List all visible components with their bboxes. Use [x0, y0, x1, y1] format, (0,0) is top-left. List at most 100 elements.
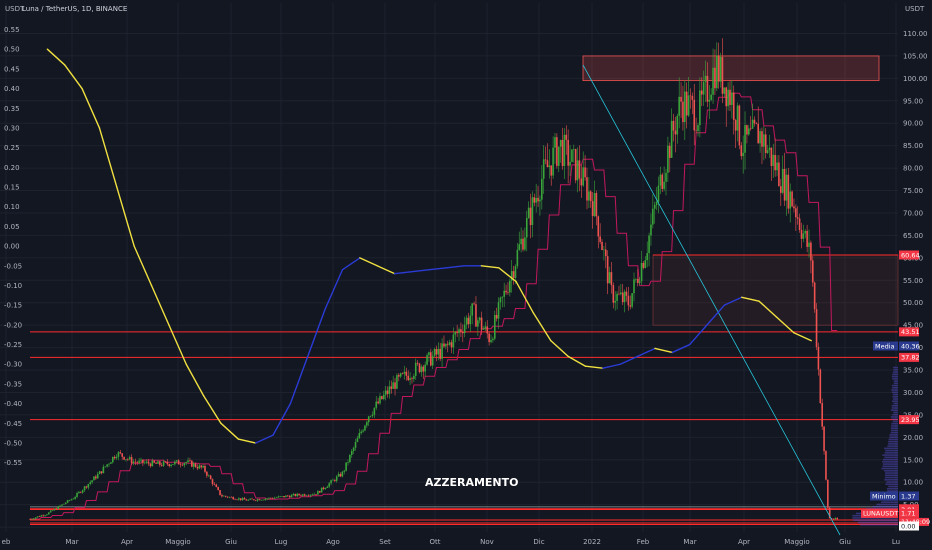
volume-bar	[884, 479, 898, 481]
candle-body	[641, 263, 643, 281]
candle-body	[710, 95, 712, 100]
volume-bar	[889, 434, 898, 436]
left-axis: 0.550.500.450.400.350.300.250.200.150.10…	[4, 26, 22, 467]
left-tick-15: -0.20	[4, 321, 22, 329]
candle-body	[724, 88, 726, 94]
candle-body	[460, 329, 462, 332]
volume-bar	[887, 445, 898, 447]
candle-body	[810, 243, 812, 261]
candle-body	[426, 355, 428, 365]
candle-body	[635, 279, 637, 280]
candle-body	[411, 378, 413, 379]
candle-body	[138, 461, 140, 463]
candle-body	[289, 496, 291, 497]
candle-body	[238, 498, 240, 499]
candle-body	[155, 463, 157, 464]
candle-body	[620, 293, 622, 294]
volume-bar	[886, 481, 898, 483]
candle-body	[240, 498, 242, 500]
candle-body	[676, 116, 678, 135]
candle-body	[490, 340, 492, 342]
candle-body	[165, 462, 167, 463]
volume-bar	[885, 483, 898, 485]
candle-body	[80, 492, 82, 493]
candle-body	[315, 494, 317, 495]
candle-body	[432, 356, 434, 366]
candle-body	[430, 352, 432, 365]
candle-body	[648, 235, 650, 253]
candle-body	[67, 500, 69, 502]
left-tick-8: 0.15	[4, 184, 20, 192]
candle-body	[121, 453, 123, 456]
candle-body	[820, 370, 822, 404]
candle-body	[249, 499, 251, 500]
candle-body	[739, 106, 741, 146]
candle-body	[772, 155, 774, 166]
candle-body	[567, 140, 569, 166]
candle-body	[658, 186, 660, 202]
candle-body	[390, 386, 392, 388]
candle-body	[295, 494, 297, 496]
candle-body	[247, 500, 249, 501]
candle-body	[120, 452, 122, 453]
volume-bar	[893, 367, 898, 369]
candle-body	[590, 191, 592, 201]
left-tick-13: -0.10	[4, 282, 22, 290]
candle-body	[618, 294, 620, 295]
candle-body	[564, 135, 566, 166]
volume-bar	[892, 418, 898, 420]
candle-body	[375, 402, 377, 408]
candle-body	[57, 506, 59, 509]
volume-bar	[883, 463, 898, 465]
candle-body	[667, 146, 669, 173]
candle-body	[498, 302, 500, 318]
candle-body	[575, 149, 577, 180]
candle-body	[532, 197, 534, 225]
candle-body	[110, 462, 112, 464]
x-tick-5: Lug	[275, 538, 288, 546]
candle-body	[517, 250, 519, 266]
candle-body	[263, 500, 265, 501]
candle-body	[89, 482, 91, 484]
candle-body	[328, 483, 330, 486]
candle-body	[63, 504, 65, 505]
right-tick-0: 110.00	[903, 30, 928, 38]
candle-body	[88, 484, 90, 488]
left-tick-4: 0.35	[4, 105, 20, 113]
candle-body	[82, 490, 84, 492]
left-tick-11: 0.00	[4, 243, 20, 251]
candle-body	[293, 494, 295, 495]
volume-bar	[892, 385, 898, 387]
volume-bar	[893, 421, 898, 423]
candle-body	[157, 461, 159, 463]
candle-body	[468, 318, 470, 324]
candle-body	[150, 464, 152, 467]
candle-body	[588, 191, 590, 200]
candle-body	[99, 471, 101, 474]
candle-body	[342, 472, 344, 477]
candle-body	[671, 121, 673, 158]
candle-body	[321, 488, 323, 493]
candle-body	[185, 462, 187, 463]
candle-body	[692, 96, 694, 100]
right-tick-7: 75.00	[903, 187, 923, 195]
candle-body	[39, 516, 41, 517]
candle-body	[362, 431, 364, 432]
left-tick-3: 0.40	[4, 85, 20, 93]
candle-body	[565, 135, 567, 140]
candle-body	[131, 457, 133, 463]
volume-bar	[885, 450, 898, 452]
left-tick-7: 0.20	[4, 164, 20, 172]
candle-body	[153, 461, 155, 463]
candle-body	[799, 219, 801, 230]
x-tick-13: Mar	[683, 538, 696, 546]
candle-body	[300, 495, 302, 496]
candle-body	[690, 96, 692, 97]
chart[interactable]: 0.55 0.50 0.45 0.40 0.35 0.30 0.25 0.20 0.15 0.10…	[0, 0, 932, 550]
volume-bar	[891, 409, 898, 411]
volume-bar	[893, 398, 898, 400]
candle-body	[392, 382, 394, 388]
candle-body	[774, 155, 776, 170]
candle-body	[650, 225, 652, 236]
candle-body	[54, 509, 56, 511]
